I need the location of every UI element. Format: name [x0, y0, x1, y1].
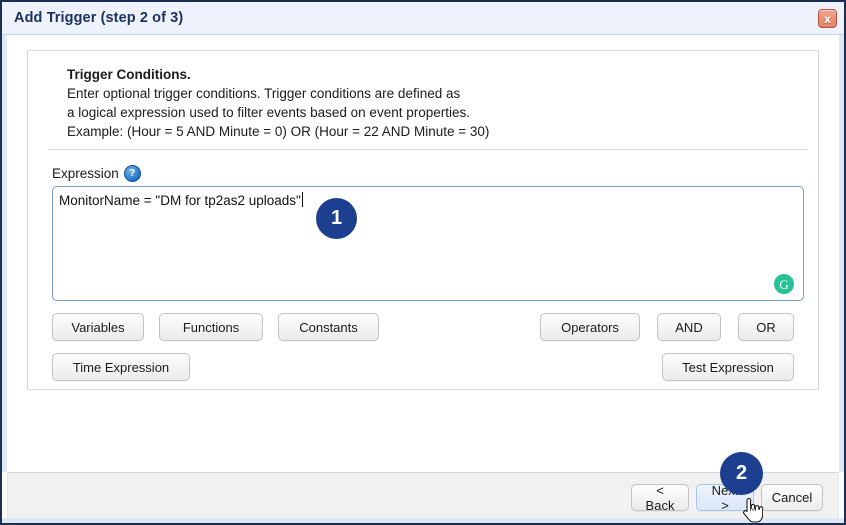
expression-value: MonitorName = "DM for tp2as2 uploads": [59, 193, 301, 208]
constants-button[interactable]: Constants: [278, 313, 379, 341]
help-icon[interactable]: ?: [124, 165, 141, 182]
cancel-button[interactable]: Cancel: [761, 484, 823, 511]
dialog-bottom-strip: [2, 518, 844, 523]
section-divider: [48, 149, 808, 150]
instructions-line-3: Example: (Hour = 5 AND Minute = 0) OR (H…: [67, 122, 787, 141]
grammarly-icon[interactable]: G: [774, 274, 794, 294]
test-expression-button[interactable]: Test Expression: [662, 353, 794, 381]
expression-label-row: Expression ?: [52, 165, 141, 182]
close-icon[interactable]: x: [818, 9, 837, 28]
or-button[interactable]: OR: [738, 313, 794, 341]
expression-value-wrapper: MonitorName = "DM for tp2as2 uploads": [59, 192, 303, 208]
expression-input[interactable]: MonitorName = "DM for tp2as2 uploads" G: [52, 186, 804, 301]
step-badge-2: 2: [720, 452, 763, 495]
functions-button[interactable]: Functions: [159, 313, 263, 341]
dialog-body: Trigger Conditions. Enter optional trigg…: [2, 35, 844, 472]
dialog-footer: < Back Next > Cancel: [7, 472, 839, 518]
operators-button[interactable]: Operators: [540, 313, 640, 341]
instructions-line-2: a logical expression used to filter even…: [67, 103, 787, 122]
grammarly-icon-glyph: G: [779, 278, 788, 291]
expression-label: Expression: [52, 166, 119, 181]
time-expression-button[interactable]: Time Expression: [52, 353, 190, 381]
instructions-heading: Trigger Conditions.: [67, 65, 787, 84]
dialog-titlebar: Add Trigger (step 2 of 3) x: [2, 2, 844, 35]
close-icon-glyph: x: [824, 13, 831, 25]
text-caret: [302, 192, 303, 207]
trigger-conditions-panel: Trigger Conditions. Enter optional trigg…: [27, 50, 819, 390]
add-trigger-dialog: Add Trigger (step 2 of 3) x Trigger Cond…: [0, 0, 846, 525]
variables-button[interactable]: Variables: [52, 313, 144, 341]
back-button[interactable]: < Back: [631, 484, 689, 511]
help-icon-glyph: ?: [129, 169, 135, 179]
and-button[interactable]: AND: [657, 313, 721, 341]
dialog-title: Add Trigger (step 2 of 3): [14, 10, 183, 26]
instructions-block: Trigger Conditions. Enter optional trigg…: [67, 65, 787, 141]
step-badge-1: 1: [316, 198, 357, 239]
expression-toolbar-right-row-1: Operators AND OR: [540, 313, 794, 341]
instructions-line-1: Enter optional trigger conditions. Trigg…: [67, 84, 787, 103]
expression-toolbar-left-row-2: Time Expression: [52, 353, 190, 381]
expression-toolbar-left-row-1: Variables Functions Constants: [52, 313, 379, 341]
expression-toolbar-right-row-2: Test Expression: [662, 353, 794, 381]
